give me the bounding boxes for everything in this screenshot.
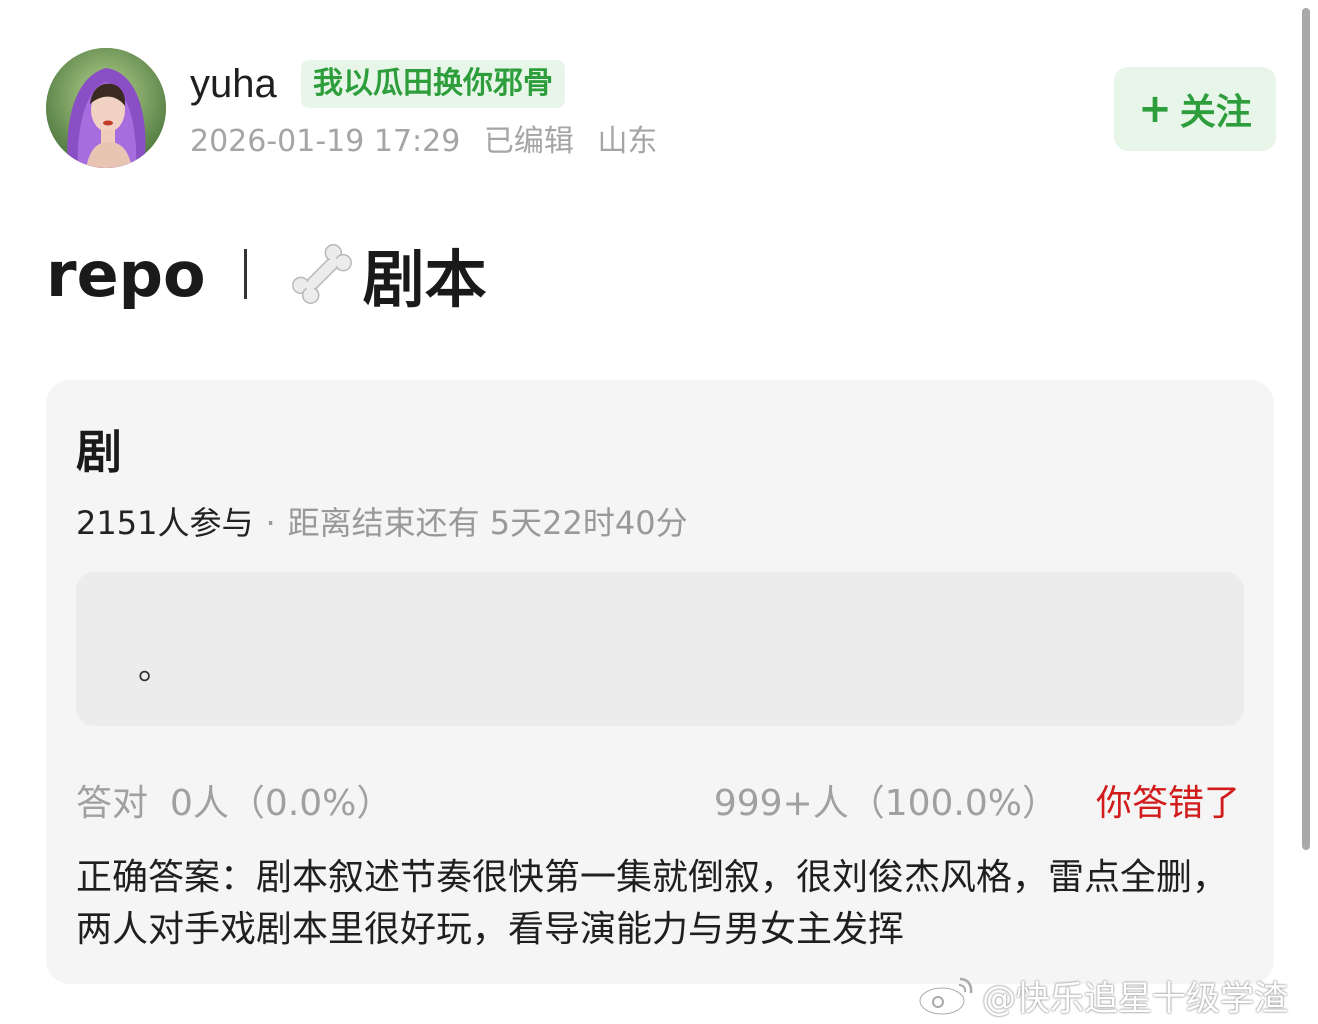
- edited-label: 已编辑: [483, 124, 574, 159]
- time-remaining: 距离结束还有 5天22时40分: [287, 504, 688, 542]
- username[interactable]: yuha: [190, 58, 277, 110]
- result-label: 你答错了: [1095, 783, 1240, 824]
- post-meta: 2026-01-19 17:29 已编辑 山东: [190, 122, 671, 162]
- correct-count: 0人（0.0%）: [170, 783, 393, 824]
- watermark: @快乐追星十级学渣: [916, 970, 1288, 1020]
- wrong-count: 999+人（100.0%）: [713, 783, 1058, 824]
- user-badge[interactable]: 我以瓜田换你邪骨: [301, 60, 565, 108]
- post-title-right: 剧本: [362, 243, 487, 316]
- correct-answer: 正确答案：剧本叙述节奏很快第一集就倒叙，很刘俊杰风格，雷点全删，两人对手戏剧本里…: [76, 857, 1229, 950]
- title-divider: [243, 249, 247, 299]
- follow-button[interactable]: + 关注: [1114, 67, 1276, 151]
- post-title: repo 剧本: [46, 232, 487, 317]
- watermark-text: @快乐追星十级学渣: [982, 978, 1288, 1019]
- correct-label: 答对: [76, 783, 149, 824]
- bone-icon: [291, 244, 352, 304]
- follow-label: 关注: [1179, 92, 1252, 133]
- post-timestamp: 2026-01-19 17:29: [190, 124, 461, 159]
- quiz-title: 剧: [76, 425, 122, 479]
- quiz-option[interactable]: [76, 572, 1244, 726]
- avatar[interactable]: [46, 48, 166, 168]
- participant-count: 2151人参与: [76, 504, 254, 542]
- correct-stat: 答对 0人（0.0%）: [76, 774, 392, 826]
- weibo-logo-icon: [918, 977, 973, 1016]
- scrollbar[interactable]: [1302, 8, 1310, 850]
- post-title-left: repo: [46, 237, 206, 311]
- meta-separator: ·: [265, 504, 276, 542]
- wrong-stat: 999+人（100.0%） 你答错了: [714, 774, 1240, 826]
- post-location: 山东: [597, 124, 658, 159]
- quiz-option-text: 。: [138, 648, 172, 688]
- plus-icon: +: [1138, 86, 1172, 132]
- quiz-meta: 2151人参与 · 距离结束还有 5天22时40分: [76, 498, 688, 544]
